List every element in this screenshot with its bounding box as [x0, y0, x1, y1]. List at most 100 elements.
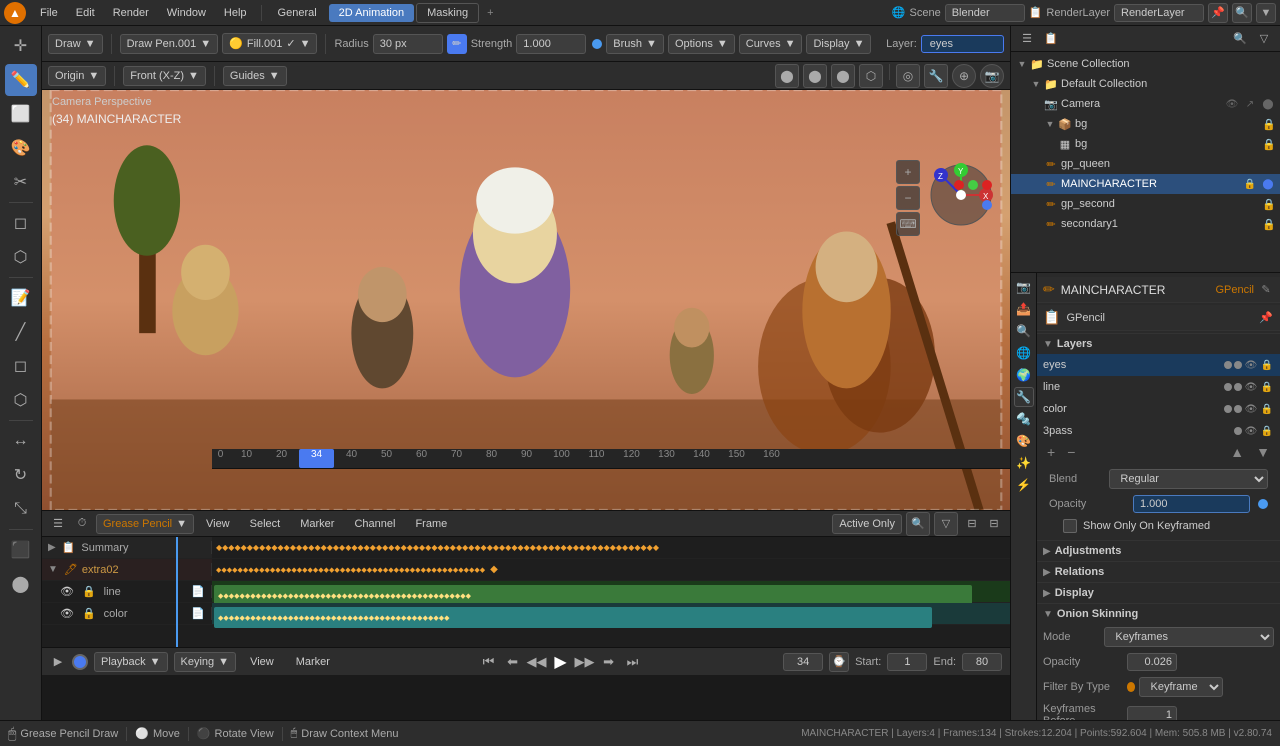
color-vis[interactable]: 👁	[1244, 402, 1258, 416]
show-keyframed-row[interactable]: Show Only On Keyframed	[1043, 516, 1274, 536]
prop-render-icon[interactable]: 📷	[1014, 277, 1034, 297]
tl-view[interactable]: View	[198, 516, 238, 532]
prop-physics-icon[interactable]: ⚡	[1014, 475, 1034, 495]
expand-arrow[interactable]: ▶	[48, 542, 56, 553]
line-lock2[interactable]: 🔒	[1260, 380, 1274, 394]
scene-dropdown[interactable]: Blender	[945, 4, 1025, 22]
prev-frame-btn[interactable]: ⬅	[503, 652, 523, 672]
next-keyframe-btn[interactable]: ▶▶	[575, 652, 595, 672]
erase-tool[interactable]: ⬜	[5, 98, 37, 130]
layer-3pass[interactable]: 3pass 👁 🔒	[1037, 420, 1280, 442]
start-frame-input[interactable]: 1	[887, 653, 927, 671]
opacity-value[interactable]: 1.000	[1133, 495, 1250, 513]
layer-line[interactable]: line 👁 🔒	[1037, 376, 1280, 398]
outliner-main-character[interactable]: ✏ MAINCHARACTER 🔒 ⬤	[1011, 174, 1280, 194]
show-keyframed-cb[interactable]	[1063, 519, 1077, 533]
cam-sel[interactable]: ↗	[1242, 96, 1258, 112]
view-dropdown[interactable]: Front (X-Z) ▼	[123, 66, 206, 86]
mc-lock[interactable]: 🔒	[1242, 176, 1258, 192]
prop-shader-icon[interactable]: 🎨	[1014, 431, 1034, 451]
3pass-vis[interactable]: 👁	[1244, 424, 1258, 438]
outliner-gp-second[interactable]: ✏ gp_second 🔒	[1011, 194, 1280, 214]
pb-marker[interactable]: Marker	[288, 654, 338, 670]
square-tool[interactable]: ⬛	[5, 534, 37, 566]
tl-opt1[interactable]: ⊟	[962, 514, 982, 534]
next-frame-btn[interactable]: ➡	[599, 652, 619, 672]
expand-timeline-btn[interactable]: ▶	[50, 654, 66, 670]
scale-tool[interactable]: ⤡	[5, 493, 37, 525]
eyes-lock[interactable]: 🔒	[1260, 358, 1274, 372]
tl-filter[interactable]: ▽	[934, 512, 958, 536]
viewport-shading-wireframe[interactable]: ⬡	[859, 64, 883, 88]
current-frame-display[interactable]: 34	[783, 653, 823, 671]
display-dropdown[interactable]: Display ▼	[806, 34, 871, 54]
layers-header[interactable]: ▼ Layers	[1037, 334, 1280, 354]
viewport-shading-solid[interactable]: ⬤	[775, 64, 799, 88]
select-box-tool[interactable]: ◻	[5, 207, 37, 239]
opacity-keyframe-btn[interactable]	[1258, 499, 1268, 509]
annotate-line-tool[interactable]: ╱	[5, 316, 37, 348]
fill-dropdown[interactable]: 🟡 Fill.001 ✓ ▼	[222, 33, 317, 54]
outliner-gp-queen[interactable]: ✏ gp_queen	[1011, 154, 1280, 174]
outliner-search-btn[interactable]: 🔍	[1230, 29, 1250, 49]
annotate-polygon-tool[interactable]: ◻	[5, 350, 37, 382]
line-vis[interactable]: 👁	[1244, 380, 1258, 394]
end-frame-input[interactable]: 80	[962, 653, 1002, 671]
search-button[interactable]: 🔍	[1232, 3, 1252, 23]
prop-modifier-icon[interactable]: 🔩	[1014, 409, 1034, 429]
viewport-shading-rendered[interactable]: ⬤	[831, 64, 855, 88]
prop-object-icon[interactable]: 🔧	[1014, 387, 1034, 407]
extra02-expand[interactable]: ▼	[48, 564, 58, 575]
navigation-gizmo[interactable]: X Y Z	[926, 160, 996, 233]
radius-pen-icon[interactable]: ✏	[447, 34, 467, 54]
gp-pin-btn[interactable]: 📌	[1258, 310, 1274, 326]
outliner-camera[interactable]: 📷 Camera 👁 ↗ ⬤	[1011, 94, 1280, 114]
sc-expand[interactable]: ▼	[1015, 57, 1029, 71]
numpad-btn[interactable]: ⌨	[896, 212, 920, 236]
prop-scene-icon[interactable]: 🌐	[1014, 343, 1034, 363]
onion-opacity-value[interactable]: 0.026	[1127, 653, 1177, 671]
mc-render[interactable]: ⬤	[1260, 176, 1276, 192]
annotate-tool[interactable]: 📝	[5, 282, 37, 314]
viewport-overlays-btn[interactable]: ◎	[896, 64, 920, 88]
line-vis-icon[interactable]: 👁	[60, 585, 74, 598]
display-header[interactable]: ▶ Display	[1037, 583, 1280, 603]
prop-output-icon[interactable]: 📤	[1014, 299, 1034, 319]
color-lock2[interactable]: 🔒	[1260, 402, 1274, 416]
guides-dropdown[interactable]: Guides ▼	[223, 66, 287, 86]
outliner-scene-collection[interactable]: ▼ 📁 Scene Collection	[1011, 54, 1280, 74]
pb-view[interactable]: View	[242, 654, 282, 670]
radius-input[interactable]: 30 px	[373, 34, 443, 54]
tab-general[interactable]: General	[268, 4, 327, 22]
timeline-menu-icon[interactable]: ☰	[48, 514, 68, 534]
prev-keyframe-btn[interactable]: ◀◀	[527, 652, 547, 672]
brush-dropdown[interactable]: Brush ▼	[606, 34, 664, 54]
tl-frame[interactable]: Frame	[407, 516, 455, 532]
tl-marker[interactable]: Marker	[292, 516, 342, 532]
props-edit-btn[interactable]: ✎	[1258, 282, 1274, 298]
cam-render[interactable]: ⬤	[1260, 96, 1276, 112]
outliner-secondary1[interactable]: ✏ secondary1 🔒	[1011, 214, 1280, 234]
mode-dropdown[interactable]: Draw ▼	[48, 34, 103, 54]
line-lock-icon[interactable]: 🔒	[82, 585, 96, 598]
add-workspace-button[interactable]: +	[481, 5, 499, 21]
outliner-menu-btn[interactable]: ☰	[1017, 29, 1037, 49]
outliner-filter-btn[interactable]: ▽	[1254, 29, 1274, 49]
outliner-bg-group[interactable]: ▼ 📦 bg 🔒	[1011, 114, 1280, 134]
layer-down-btn[interactable]: ▼	[1252, 444, 1274, 460]
viewport-shading-material[interactable]: ⬤	[803, 64, 827, 88]
layer-up-btn[interactable]: ▲	[1226, 444, 1248, 460]
select-lasso-tool[interactable]: ⬡	[5, 241, 37, 273]
blend-select[interactable]: Regular	[1109, 469, 1268, 489]
menu-edit[interactable]: Edit	[68, 5, 103, 21]
pin-button[interactable]: 📌	[1208, 3, 1228, 23]
viewport-gizmos-btn[interactable]: 🔧	[924, 64, 948, 88]
play-btn[interactable]: ▶	[551, 652, 571, 672]
frame-time-toggle[interactable]: ⌚	[829, 652, 849, 672]
tab-2d-animation[interactable]: 2D Animation	[329, 4, 414, 22]
rotate-tool[interactable]: ↻	[5, 459, 37, 491]
bg-expand[interactable]: ▼	[1043, 117, 1057, 131]
curves-dropdown[interactable]: Curves ▼	[739, 34, 803, 54]
3pass-lock2[interactable]: 🔒	[1260, 424, 1274, 438]
relations-header[interactable]: ▶ Relations	[1037, 562, 1280, 582]
